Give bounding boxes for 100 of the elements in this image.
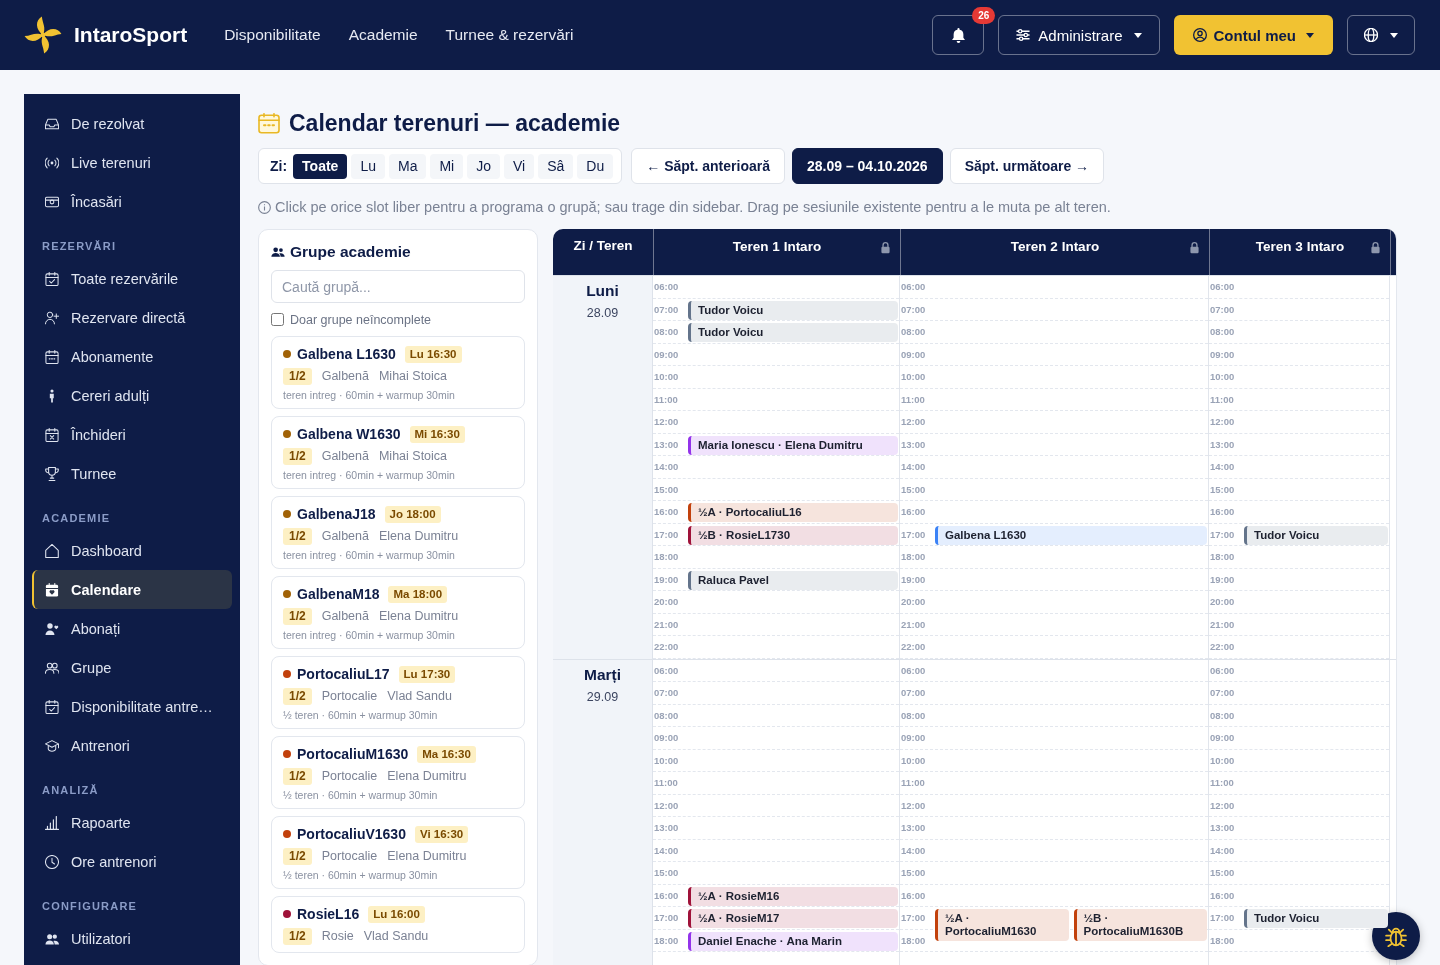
session-block[interactable]: Raluca Pavel [688,570,898,590]
session-block[interactable]: Maria Ionescu · Elena Dumitru [688,435,898,455]
day-chip[interactable]: Vi [504,153,535,179]
sidebar-item[interactable]: Abonamente [32,337,232,376]
session-block[interactable]: Galbena L1630 [935,525,1207,545]
sidebar-item[interactable]: Rapoarte [32,803,232,842]
time-label: 06:00 [654,663,679,678]
time-label: 20:00 [654,595,679,609]
capacity-tag: 1/2 [283,367,312,385]
time-label: 09:00 [901,731,926,745]
nav-link[interactable]: Academie [348,26,418,44]
sidebar-item[interactable]: Dashboard [32,531,232,570]
time-label: 10:00 [901,370,926,384]
session-block[interactable]: Daniel Enache · Ana Marin [688,931,898,951]
time-label: 06:00 [654,280,679,294]
time-label: 10:00 [654,370,679,384]
session-block[interactable]: ½B · RosieL1730 [688,525,898,545]
caret-icon [1390,32,1398,38]
session-block[interactable]: Tudor Voicu [688,300,898,320]
session-block[interactable]: ½A · RosieM16 [688,886,898,906]
admin-menu-button[interactable]: Administrare [998,15,1160,55]
account-menu-button[interactable]: Contul meu [1173,15,1333,55]
group-card[interactable]: Galbena W1630 Mi 16:30 1/2 Galbenă Mihai Stoica teren intreg · 60min + warmup 30min [271,416,525,489]
language-button[interactable] [1347,15,1415,55]
group-card[interactable]: Galbena L1630 Lu 16:30 1/2 Galbenă Mihai Stoica teren intreg · 60min + warmup 30min [271,336,525,409]
section-title: REZERVĂRI [41,239,118,254]
sidebar-item[interactable]: Cereri adulți [32,376,232,415]
day-chip[interactable]: Mi [430,153,464,179]
group-name: GalbenaJ18 [297,506,376,522]
time-label: 17:00 [654,911,679,925]
day-name: Marți [582,665,622,684]
day-date: 29.09 [585,689,620,705]
capacity-tag: 1/2 [283,927,312,945]
time-label: 21:00 [901,617,926,632]
users-icon [271,247,285,257]
day-chip[interactable]: Toate [293,153,348,179]
brand-name[interactable]: IntaroSport [74,23,188,47]
group-category: Portocalie [321,769,378,783]
sidebar-item[interactable]: Disponibilitate antre… [32,687,232,726]
time-label: 22:00 [901,640,926,654]
session-block[interactable]: Tudor Voicu [1244,909,1388,928]
group-card[interactable]: GalbenaJ18 Jo 18:00 1/2 Galbenă Elena Dumitru teren intreg · 60min + warmup 30min [271,496,525,569]
day-date: 28.09 [585,306,620,321]
sidebar-item[interactable]: Turnee [32,454,232,493]
day-chip[interactable]: Sâ [538,153,574,179]
group-category: Galbenă [321,609,369,623]
sidebar-item[interactable]: Închideri [32,415,232,454]
schedule-tag: Lu 16:00 [368,905,425,923]
nav-link[interactable]: Turnee & rezervări [445,26,574,44]
coach-name: Elena Dumitru [387,849,467,863]
group-card[interactable]: PortocaliuL17 Lu 17:30 1/2 Portocalie Vlad Sandu ½ teren · 60min + warmup 30min [271,656,525,729]
group-card[interactable]: RosieL16 Lu 16:00 1/2 Rosie Vlad Sandu [271,896,525,953]
bar-chart-icon [45,815,59,830]
time-label: 14:00 [1210,843,1235,858]
checkbox-label: Doar grupe neîncomplete [290,312,432,327]
group-details: teren intreg · 60min + warmup 30min [283,389,456,401]
session-block[interactable]: Tudor Voicu [1244,525,1388,545]
sidebar-item[interactable]: Încasări [32,182,232,221]
time-label: 19:00 [1210,572,1235,587]
sidebar-item[interactable]: Antrenori [32,726,232,765]
sidebar-item[interactable]: Rezervare directă [32,298,232,337]
time-label: 07:00 [654,686,679,700]
day-chip[interactable]: Jo [467,153,501,179]
next-week-button[interactable]: Săpt. următoare → [949,148,1105,184]
pinwheel-logo-icon [24,16,62,54]
session-block[interactable]: ½B · PortocaliuM1630B [1073,909,1207,941]
checkbox[interactable] [271,313,284,326]
group-details: ½ teren · 60min + warmup 30min [283,709,439,721]
sidebar-item[interactable]: Toate rezervările [32,259,232,298]
sidebar-item[interactable]: De rezolvat [32,104,232,143]
sidebar-item[interactable]: Live terenuri [32,143,232,182]
schedule-tag: Vi 16:30 [414,825,469,843]
session-block[interactable]: ½A · PortocaliuM1630 [935,909,1069,941]
group-card[interactable]: PortocaliuV1630 Vi 16:30 1/2 Portocalie Elena Dumitru ½ teren · 60min + warmup 30min [271,816,525,889]
schedule-tag: Jo 18:00 [384,505,441,523]
day-chip[interactable]: Du [577,153,614,179]
group-card[interactable]: PortocaliuM1630 Ma 16:30 1/2 Portocalie Elena Dumitru ½ teren · 60min + warmup 30min [271,736,525,809]
time-label: 19:00 [654,572,679,587]
search-field[interactable]: Caută grupă... [271,270,525,303]
session-block[interactable]: Tudor Voicu [688,323,898,342]
sidebar-item[interactable]: Abonați [32,609,232,648]
sidebar-item[interactable]: Calendare [32,570,232,609]
nav-link[interactable]: Disponibilitate [224,26,321,44]
sidebar-item[interactable]: Grupe [32,648,232,687]
sidebar-item[interactable]: Utilizatori [32,919,232,958]
session-block[interactable]: ½A · RosieM17 [688,909,898,928]
court-name: Teren 1 Intaro [732,239,822,254]
previous-week-button[interactable]: ← Săpt. anterioară [631,148,785,184]
time-label: 18:00 [901,550,926,564]
session-block[interactable]: ½A · PortocaliuL16 [688,503,898,522]
day-chip[interactable]: Ma [389,153,427,179]
time-label: 08:00 [1210,708,1235,723]
week-range-button[interactable]: 28.09 – 04.10.2026 [791,148,943,184]
time-label: 10:00 [654,753,679,768]
sidebar-item[interactable]: Ore antrenori [32,842,232,881]
time-label: 18:00 [1210,550,1235,564]
time-label: 20:00 [1210,595,1235,609]
time-label: 16:00 [1210,505,1235,519]
group-card[interactable]: GalbenaM18 Ma 18:00 1/2 Galbenă Elena Dumitru teren intreg · 60min + warmup 30min [271,576,525,649]
day-chip[interactable]: Lu [351,153,385,179]
